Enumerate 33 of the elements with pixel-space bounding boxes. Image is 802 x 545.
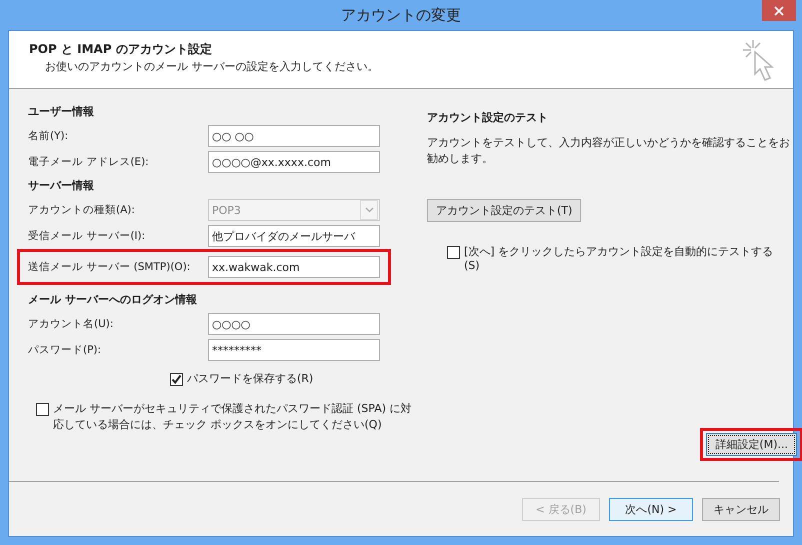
description-text: アカウントをテストして、入力内容が正しいかどうかを確認することをお勧めします。 [427, 135, 791, 167]
next-button[interactable]: 次へ(N) > [609, 498, 693, 521]
checkbox-label: メール サーバーがセキュリティで保護されたパスワード認証 (SPA) に対応している場合には、チェック ボックスをオンにしてください(Q) [53, 401, 413, 433]
cancel-button[interactable]: キャンセル [702, 498, 780, 521]
checkbox[interactable] [447, 246, 460, 259]
field-label: 受信メール サーバー(I): [28, 229, 146, 243]
checkbox-label: [次へ] をクリックしたらアカウント設定を自動的にテストする(S) [464, 244, 774, 272]
checkbox-label: パスワードを保存する(R) [187, 371, 314, 386]
input-field[interactable]: xx.wakwak.com [208, 256, 380, 278]
page-subtitle: お使いのアカウントのメール サーバーの設定を入力してください。 [44, 59, 378, 74]
checkbox[interactable] [36, 403, 49, 416]
field-label: アカウント名(U): [28, 317, 114, 331]
field-label: 電子メール アドレス(E): [28, 155, 150, 169]
checkbox[interactable] [170, 373, 183, 386]
test-account-button[interactable]: アカウント設定のテスト(T) [427, 199, 582, 222]
close-icon [774, 6, 784, 16]
advanced-settings-button[interactable]: 詳細設定(M)... [706, 433, 797, 456]
field-label: パスワード(P): [28, 343, 102, 357]
field-label: アカウントの種類(A): [28, 203, 136, 217]
window-title: アカウントの変更 [341, 6, 461, 24]
section-heading: サーバー情報 [27, 178, 95, 194]
section-heading: ユーザー情報 [27, 104, 95, 120]
input-field[interactable]: ○○ ○○ [208, 125, 380, 147]
input-field[interactable]: ○○○○ [208, 313, 380, 335]
input-field[interactable]: ○○○○@xx.xxxx.com [208, 151, 380, 173]
input-field[interactable]: ********* [208, 339, 380, 361]
close-button[interactable] [762, 0, 796, 21]
field-label: 送信メール サーバー (SMTP)(O): [28, 260, 192, 274]
page-heading: POP と IMAP のアカウント設定 [29, 41, 213, 58]
section-heading: メール サーバーへのログオン情報 [27, 292, 198, 308]
input-field[interactable]: 他プロバイダのメールサーバ [208, 225, 380, 247]
field-label: 名前(Y): [28, 129, 70, 143]
section-heading: アカウント設定のテスト [427, 110, 549, 126]
